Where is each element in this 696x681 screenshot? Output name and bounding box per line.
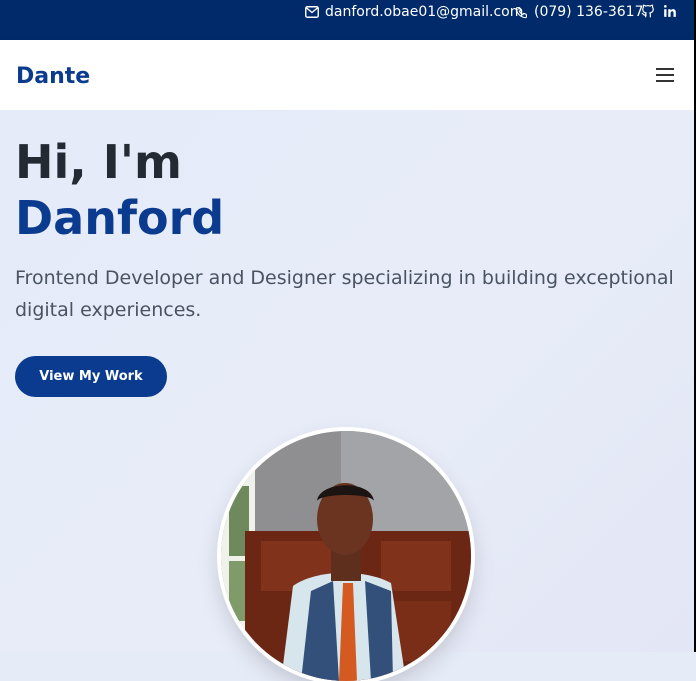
linkedin-icon: [664, 5, 676, 17]
github-link[interactable]: [641, 4, 655, 18]
phone-text: (079) 136-3617: [534, 4, 644, 20]
profile-photo-illustration: [221, 431, 471, 681]
email-link[interactable]: danford.obae01@gmail.com: [305, 4, 523, 20]
github-icon: [641, 4, 654, 18]
menu-line: [656, 80, 674, 82]
hero-section: Hi, I'm Danford Frontend Developer and D…: [0, 110, 696, 681]
linkedin-link[interactable]: [663, 4, 677, 18]
phone-icon: [515, 6, 527, 18]
hero-greeting: Hi, I'm: [15, 135, 182, 189]
brand-logo[interactable]: Dante: [16, 64, 90, 89]
phone-link[interactable]: (079) 136-3617: [515, 4, 644, 20]
menu-line: [656, 68, 674, 70]
hamburger-menu-icon[interactable]: [654, 65, 676, 85]
mail-icon: [305, 6, 319, 18]
profile-photo: [221, 431, 471, 681]
email-text: danford.obae01@gmail.com: [325, 4, 524, 20]
view-my-work-button[interactable]: View My Work: [15, 356, 167, 397]
hero-name: Danford: [15, 191, 225, 245]
menu-line: [656, 74, 674, 76]
contact-bar: danford.obae01@gmail.com (079) 136-3617: [0, 0, 696, 40]
navbar: Dante: [0, 40, 696, 110]
hero-subtitle: Frontend Developer and Designer speciali…: [15, 267, 674, 321]
